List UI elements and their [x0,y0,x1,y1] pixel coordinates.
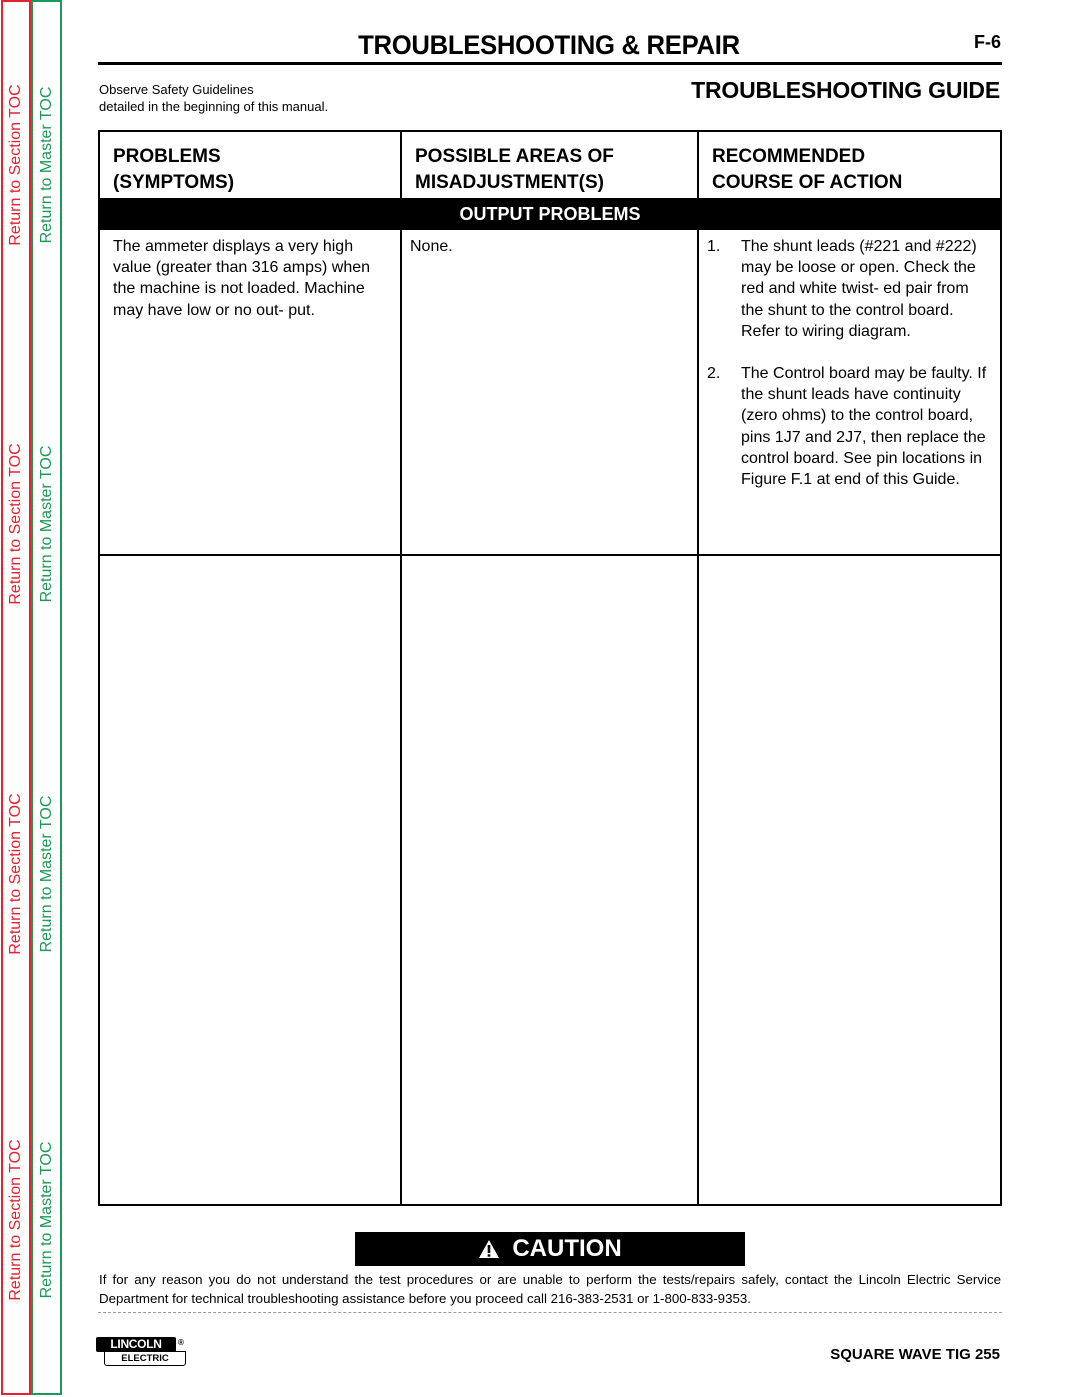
logo-top-text: LINCOLN [96,1337,176,1352]
product-name: SQUARE WAVE TIG 255 [830,1346,1000,1363]
return-to-master-toc-link[interactable]: Return to Master TOC [38,446,56,603]
lincoln-electric-logo: LINCOLN ® ELECTRIC [96,1337,186,1367]
caution-label: CAUTION [512,1235,622,1262]
return-to-section-toc-link[interactable]: Return to Section TOC [7,84,25,245]
return-to-master-toc-link[interactable]: Return to Master TOC [38,87,56,244]
caution-banner: CAUTION [355,1232,745,1266]
master-toc-strip: Return to Master TOC Return to Master TO… [31,0,62,1395]
return-to-master-toc-link[interactable]: Return to Master TOC [38,796,56,953]
title-divider [98,62,1002,65]
section-band-row: OUTPUT PROBLEMS [98,198,1002,230]
footer-divider [98,1312,1002,1313]
return-to-section-toc-link[interactable]: Return to Section TOC [7,443,25,604]
table-header-row: PROBLEMS (SYMPTOMS) POSSIBLE AREAS OF MI… [98,130,1002,200]
guide-title: TROUBLESHOOTING GUIDE [691,77,1000,103]
action-number: 1. [707,238,721,255]
table-row-empty [98,554,1002,1206]
safety-note-line-1: Observe Safety Guidelines [99,82,254,97]
safety-note: Observe Safety Guidelines detailed in th… [99,81,328,115]
header-problems: PROBLEMS (SYMPTOMS) [98,130,402,200]
symptom-text: The ammeter displays a very high value (… [113,238,371,319]
return-to-section-toc-link[interactable]: Return to Section TOC [7,1139,25,1300]
symptom-cell: The ammeter displays a very high value (… [98,228,402,556]
misadjustment-text: None. [410,238,453,255]
misadjustment-cell: None. [400,228,699,556]
action-item: 2. The Control board may be faulty. If t… [707,363,990,490]
page-title: TROUBLESHOOTING & REPAIR [358,30,740,60]
action-number: 2. [707,365,721,383]
return-to-master-toc-link[interactable]: Return to Master TOC [38,1142,56,1299]
table-row: The ammeter displays a very high value (… [98,228,1002,556]
misadjustment-cell-empty [400,554,699,1206]
logo-bottom-text: ELECTRIC [104,1351,186,1366]
action-cell-empty [697,554,1002,1206]
action-text: The shunt leads (#221 and #222) may be l… [741,238,977,340]
action-item: 1. The shunt leads (#221 and #222) may b… [707,236,990,342]
page-number: F-6 [974,32,1001,52]
symptom-cell-empty [98,554,402,1206]
header-recommended-action: RECOMMENDED COURSE OF ACTION [697,130,1002,200]
section-band-output-problems: OUTPUT PROBLEMS [98,198,1002,230]
action-text: The Control board may be faulty. If the … [741,365,987,489]
header-possible-areas: POSSIBLE AREAS OF MISADJUSTMENT(S) [400,130,699,200]
warning-triangle-icon [479,1240,500,1258]
troubleshooting-table: PROBLEMS (SYMPTOMS) POSSIBLE AREAS OF MI… [98,130,1002,1206]
action-cell: 1. The shunt leads (#221 and #222) may b… [697,228,1002,556]
return-to-section-toc-link[interactable]: Return to Section TOC [7,793,25,954]
action-list: 1. The shunt leads (#221 and #222) may b… [699,230,1000,490]
registered-mark-icon: ® [178,1338,184,1347]
safety-note-line-2: detailed in the beginning of this manual… [99,99,329,114]
caution-text: If for any reason you do not understand … [99,1272,1001,1306]
section-toc-strip: Return to Section TOC Return to Section … [1,0,31,1395]
